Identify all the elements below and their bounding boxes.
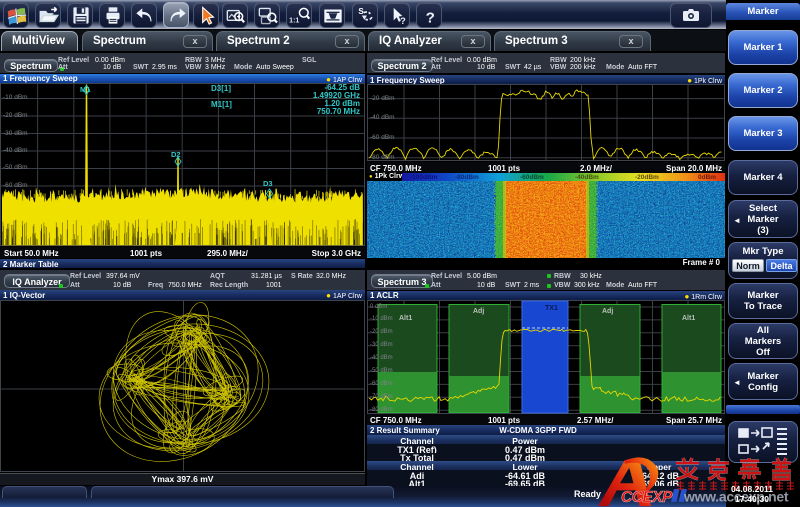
svg-text:?: ? (426, 10, 435, 27)
svg-text:?: ? (400, 16, 406, 26)
svg-text:1:1: 1:1 (289, 18, 299, 25)
svg-text:S: S (358, 7, 364, 16)
